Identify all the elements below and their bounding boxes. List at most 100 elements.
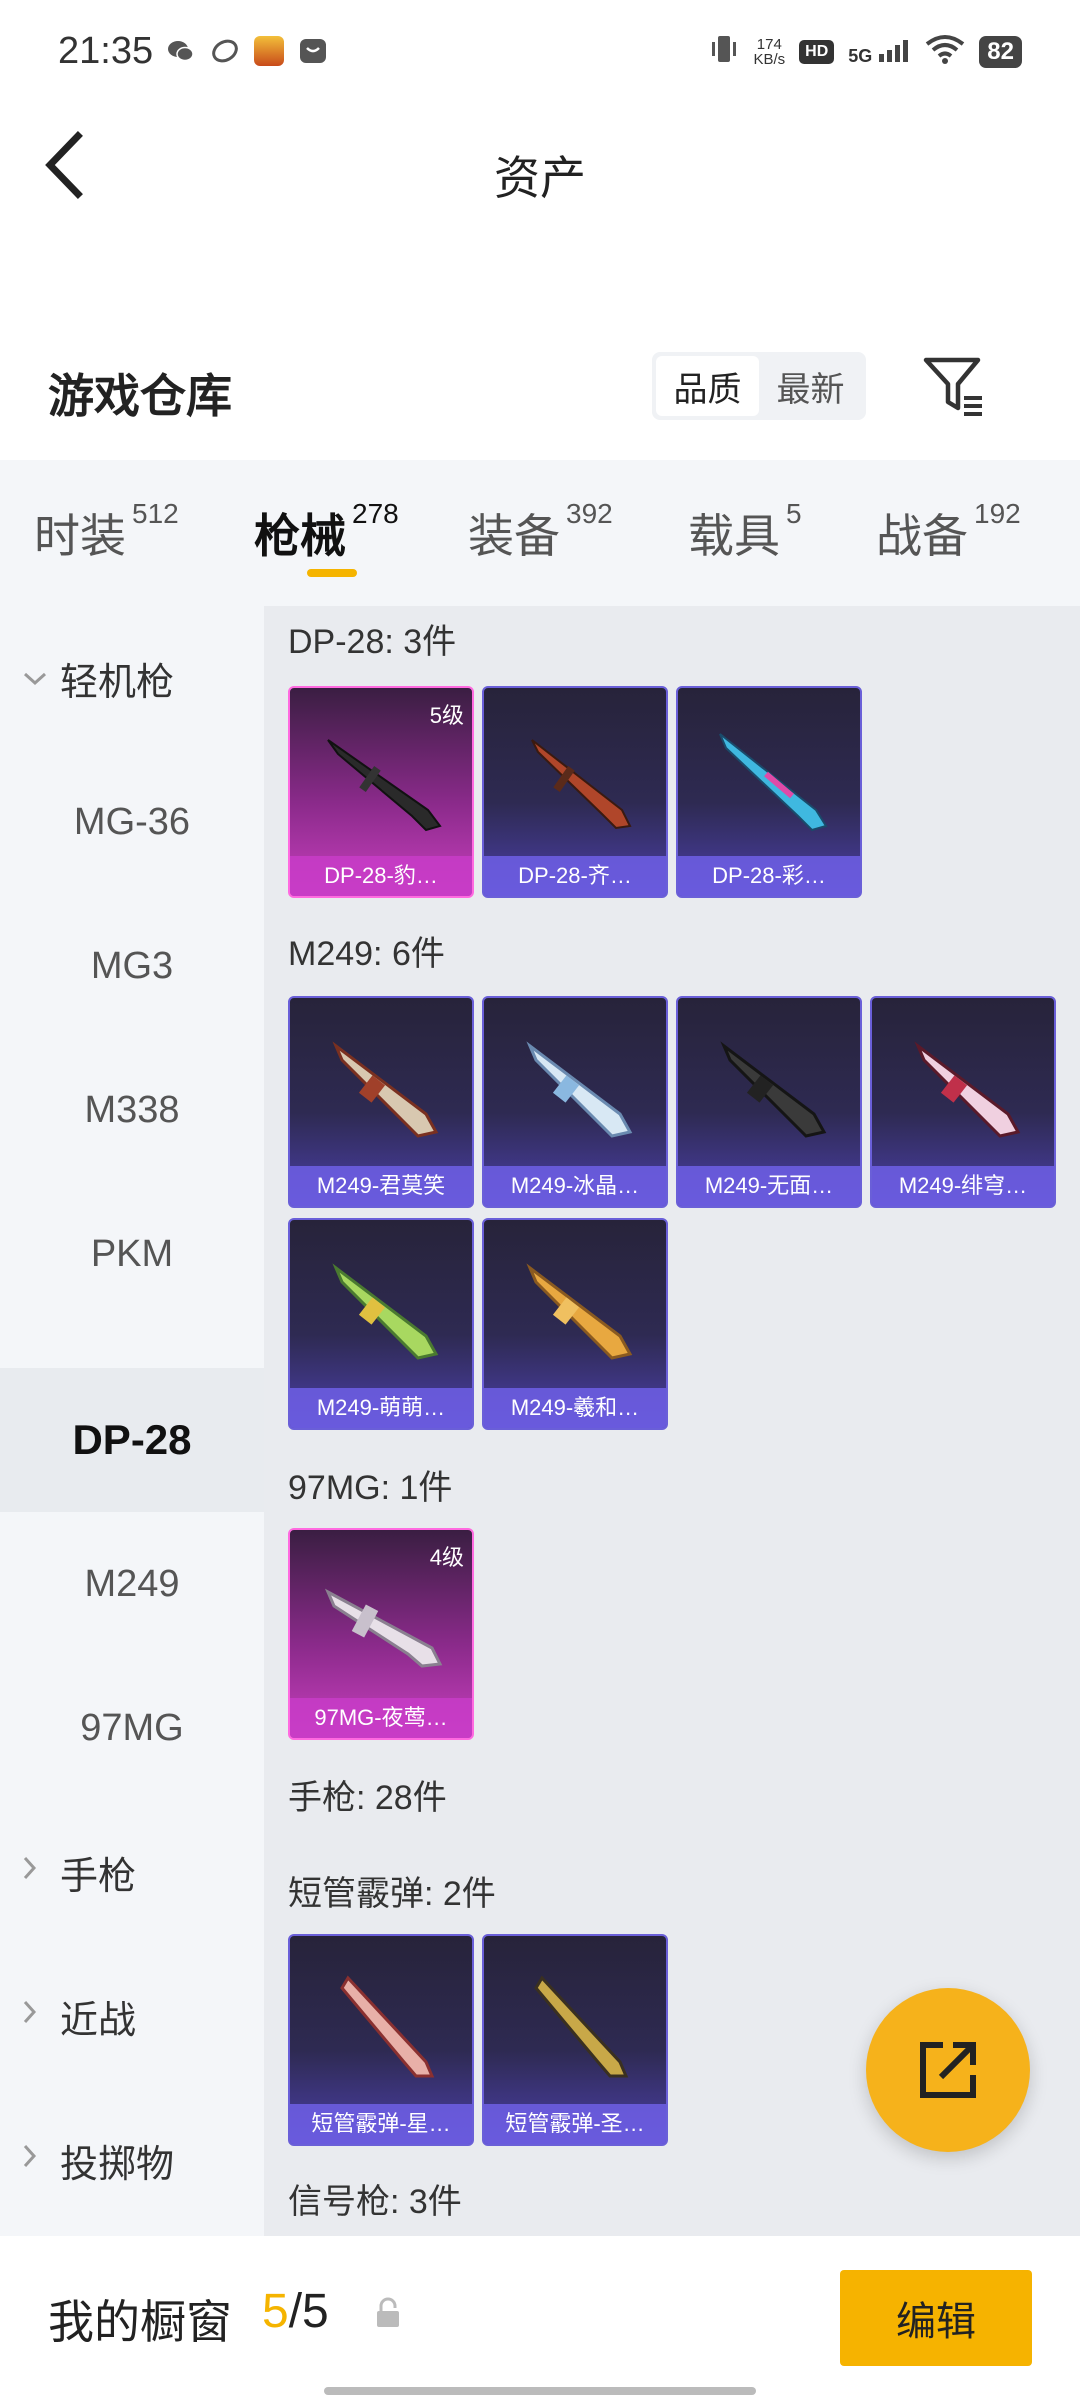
nav-group-throwable[interactable]: 投掷物 <box>0 2088 264 2232</box>
sort-quality-option[interactable]: 品质 <box>656 356 759 416</box>
tab-count: 512 <box>132 498 179 529</box>
weapon-card[interactable]: M249-萌萌… <box>288 1218 474 1430</box>
tab-vehicles[interactable]: 载具 5 <box>688 498 802 566</box>
app-icon <box>210 36 240 66</box>
category-tabs: 时装 512 枪械 278 装备 392 载具 5 战备 192 <box>0 460 1080 606</box>
notification-icons <box>166 36 328 66</box>
title-bar: 资产 <box>0 100 1080 240</box>
tab-label: 战备 <box>876 510 968 562</box>
chevron-right-icon <box>22 1855 52 1889</box>
weapon-card[interactable]: 5级 DP-28-豹… <box>288 686 474 898</box>
nav-item-m338[interactable]: M338 <box>0 1038 264 1182</box>
sort-newest-option[interactable]: 最新 <box>759 356 862 416</box>
tab-fashion[interactable]: 时装 512 <box>34 498 179 566</box>
nav-group-light-machine-gun[interactable]: 轻机枪 <box>0 606 264 750</box>
signal-icon <box>879 39 909 62</box>
tab-count: 5 <box>786 498 802 529</box>
network-type: 5G <box>848 38 911 67</box>
rifle-icon <box>720 1041 827 1138</box>
nav-label: 近战 <box>60 1999 137 2042</box>
weapon-name: M249-冰晶… <box>484 1166 666 1206</box>
weapon-card[interactable]: M249-君莫笑 <box>288 996 474 1208</box>
showcase-label: 我的橱窗 <box>48 2296 232 2348</box>
lock-icon <box>374 2296 402 2330</box>
game-icon <box>254 36 284 66</box>
showcase-separator: / <box>288 2285 303 2338</box>
external-link-icon <box>920 2042 976 2098</box>
showcase-total: 5 <box>302 2285 329 2338</box>
home-indicator[interactable] <box>324 2387 756 2395</box>
speed-unit: KB/s <box>753 51 786 68</box>
weapon-name: M249-萌萌… <box>290 1388 472 1428</box>
weapon-name: DP-28-彩… <box>678 856 860 896</box>
rifle-icon <box>324 1588 443 1668</box>
rifle-icon <box>914 1041 1021 1138</box>
chevron-right-icon <box>22 2143 52 2177</box>
weapon-card[interactable]: 短管霰弹-星… <box>288 1934 474 2146</box>
nav-group-melee[interactable]: 近战 <box>0 1944 264 2088</box>
rifle-icon <box>332 1263 439 1360</box>
tab-equipment[interactable]: 装备 392 <box>468 498 613 566</box>
rifle-icon <box>327 739 442 832</box>
showcase-count: 5/5 <box>262 2284 329 2339</box>
weapon-card[interactable]: M249-绯穹… <box>870 996 1056 1208</box>
weapon-category-nav: 轻机枪 MG-36 MG3 M338 PKM DP-28 M249 97MG 手… <box>0 606 264 2236</box>
tab-count: 392 <box>566 498 613 529</box>
share-button[interactable] <box>866 1988 1030 2152</box>
nav-item-pkm[interactable]: PKM <box>0 1182 264 1326</box>
weapon-name: 短管霰弹-星… <box>290 2104 472 2144</box>
sort-toggle: 品质 最新 <box>652 352 866 420</box>
tab-label: 枪械 <box>254 510 346 562</box>
weapon-card[interactable]: DP-28-彩… <box>676 686 862 898</box>
weapon-name: DP-28-齐… <box>484 856 666 896</box>
network-speed: 174 KB/s <box>753 37 785 67</box>
edit-button[interactable]: 编辑 <box>840 2270 1032 2366</box>
showcase-bar: 我的橱窗 5/5 编辑 <box>0 2236 1080 2400</box>
nav-group-pistol[interactable]: 手枪 <box>0 1800 264 1944</box>
nav-item-mg36[interactable]: MG-36 <box>0 750 264 894</box>
tab-count: 192 <box>974 498 1021 529</box>
tab-firearms[interactable]: 枪械 278 <box>254 498 399 566</box>
rifle-icon <box>526 1263 633 1360</box>
chevron-down-icon <box>22 661 52 695</box>
rifle-icon <box>531 739 632 830</box>
tab-supplies[interactable]: 战备 192 <box>876 498 1021 566</box>
message-icon <box>298 36 328 66</box>
nav-item-97mg[interactable]: 97MG <box>0 1656 264 1800</box>
filter-icon[interactable] <box>920 352 990 422</box>
section-title: DP-28: 3件 <box>288 623 457 661</box>
tab-label: 时装 <box>34 510 126 562</box>
system-status: 174 KB/s HD 5G 82 <box>709 32 1022 72</box>
tab-label: 装备 <box>468 510 560 562</box>
nav-item-m249[interactable]: M249 <box>0 1512 264 1656</box>
section-title: 手枪: 28件 <box>288 1779 447 1817</box>
weapon-name: M249-无面… <box>678 1166 860 1206</box>
active-tab-indicator <box>307 569 357 577</box>
shotgun-icon <box>340 1975 435 2078</box>
weapon-name: M249-羲和… <box>484 1388 666 1428</box>
nav-item-dp28[interactable]: DP-28 <box>0 1368 264 1512</box>
shotgun-icon <box>534 1975 629 2078</box>
showcase-current: 5 <box>262 2285 289 2338</box>
warehouse-title: 游戏仓库 <box>48 370 232 422</box>
weapon-card[interactable]: 短管霰弹-圣… <box>482 1934 668 2146</box>
weapon-card[interactable]: M249-冰晶… <box>482 996 668 1208</box>
weapon-card[interactable]: DP-28-齐… <box>482 686 668 898</box>
weapon-name: M249-君莫笑 <box>290 1166 472 1206</box>
status-time: 21:35 <box>58 30 154 72</box>
rifle-icon <box>526 1041 633 1138</box>
weapon-card[interactable]: M249-羲和… <box>482 1218 668 1430</box>
network-label: 5G <box>848 45 873 66</box>
rifle-icon <box>332 1041 439 1138</box>
vibrate-icon <box>709 32 739 72</box>
section-title: 97MG: 1件 <box>288 1469 453 1507</box>
nav-label: 投掷物 <box>60 2143 175 2186</box>
nav-label: 轻机枪 <box>60 661 175 704</box>
tab-label: 载具 <box>688 510 780 562</box>
weapon-name: 短管霰弹-圣… <box>484 2104 666 2144</box>
nav-item-mg3[interactable]: MG3 <box>0 894 264 1038</box>
weapon-card[interactable]: 4级 97MG-夜莺… <box>288 1528 474 1740</box>
section-title: 信号枪: 3件 <box>288 2183 462 2221</box>
weapon-card[interactable]: M249-无面… <box>676 996 862 1208</box>
tab-count: 278 <box>352 498 399 529</box>
